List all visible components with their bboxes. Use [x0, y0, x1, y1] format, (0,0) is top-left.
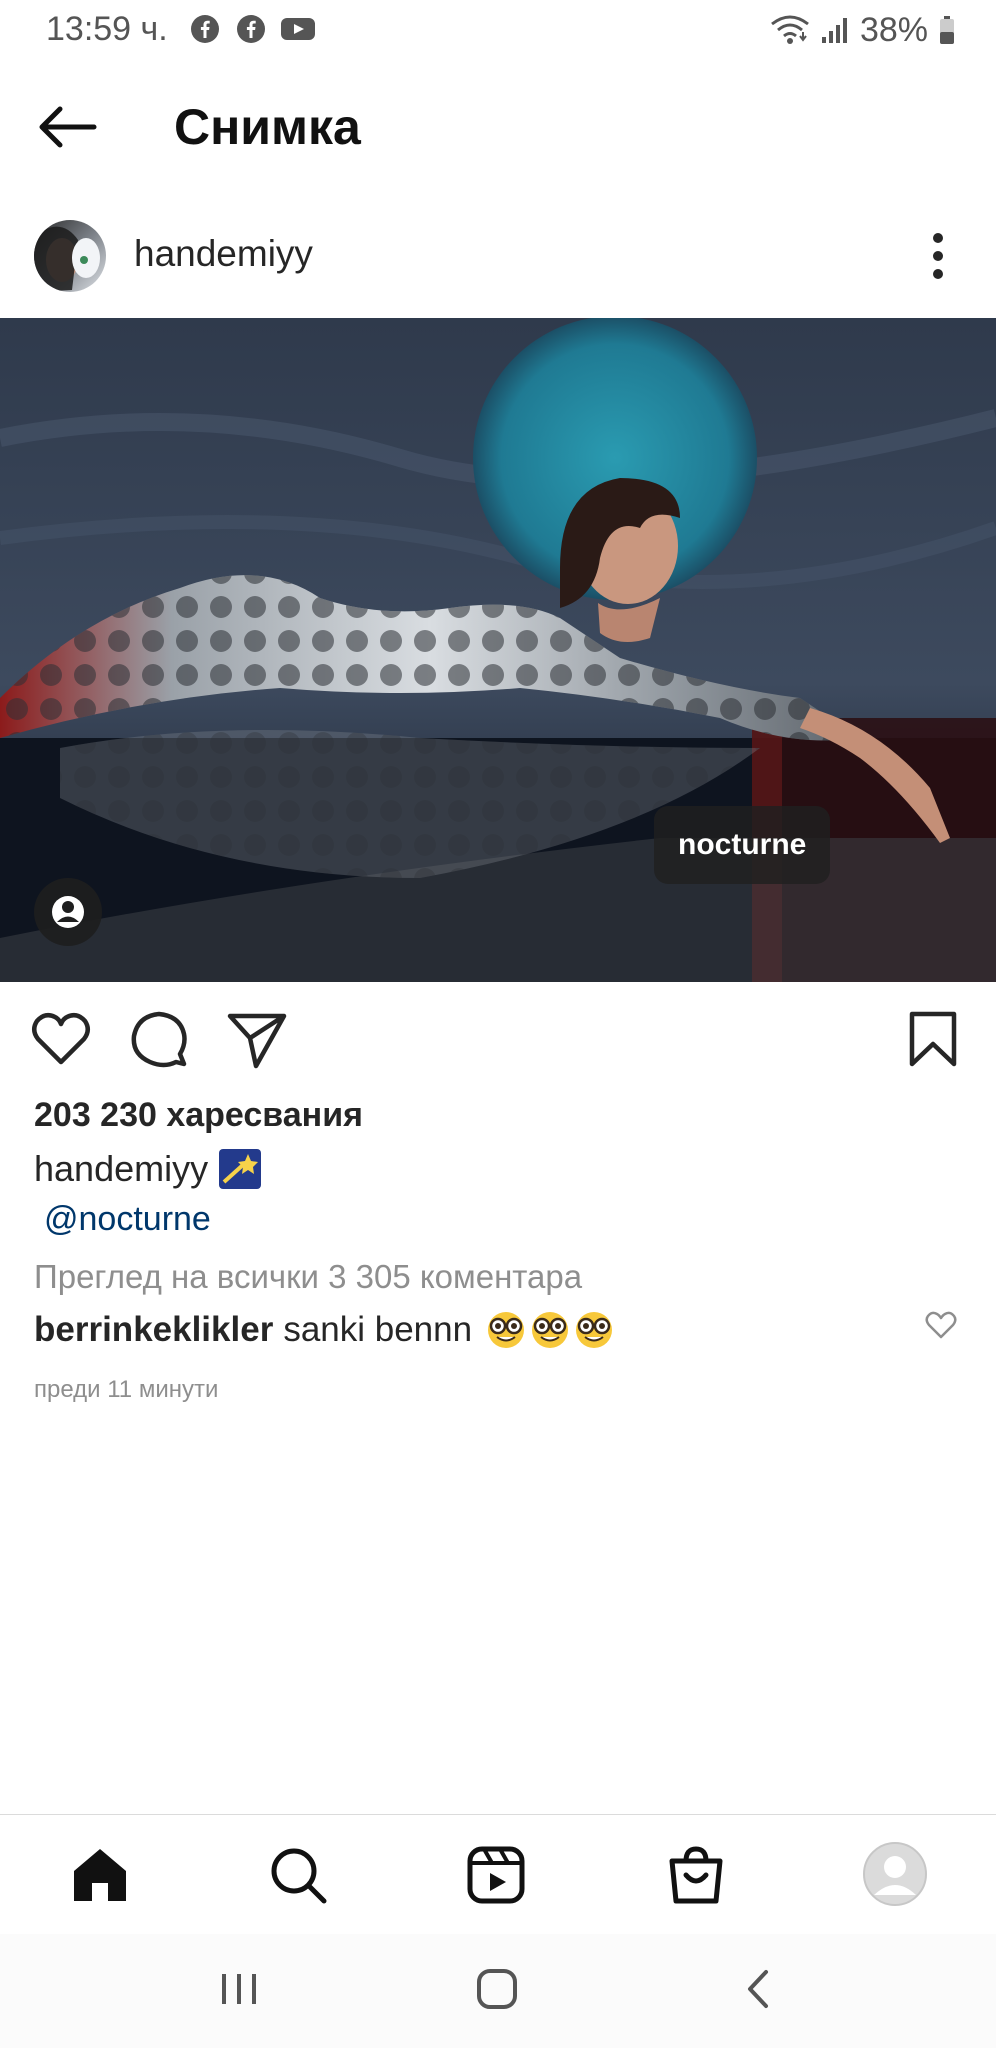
search-icon[interactable] — [268, 1845, 328, 1905]
view-all-comments[interactable]: Преглед на всички 3 305 коментара — [34, 1258, 582, 1296]
comment-username[interactable]: berrinkeklikler — [34, 1310, 273, 1350]
post-photo[interactable] — [0, 318, 996, 982]
mention-link[interactable]: @nocturne — [44, 1200, 211, 1239]
status-right: 38% — [770, 10, 956, 50]
back-chevron-icon[interactable] — [734, 1964, 784, 2014]
shooting-star-emoji — [219, 1149, 262, 1189]
home-icon[interactable] — [70, 1845, 130, 1905]
post-username[interactable]: handemiyy — [134, 233, 313, 275]
comment-heart-icon[interactable] — [924, 1310, 958, 1340]
likes-count[interactable]: 203 230 харесвания — [34, 1096, 363, 1135]
avatar[interactable] — [34, 220, 106, 292]
system-nav — [0, 1934, 996, 2048]
nerd-face-emoji — [576, 1312, 613, 1348]
recents-icon[interactable] — [214, 1964, 264, 2014]
signal-icon — [821, 18, 847, 43]
share-icon[interactable] — [226, 1008, 288, 1070]
battery-icon — [940, 16, 954, 44]
heart-icon[interactable] — [30, 1008, 92, 1070]
status-bar: 13:59 ч. 38% — [0, 0, 996, 62]
reels-icon[interactable] — [466, 1845, 526, 1905]
battery-percent: 38% — [859, 10, 928, 49]
wifi-icon — [771, 15, 809, 44]
person-icon — [52, 896, 84, 928]
page-title: Снимка — [174, 99, 361, 155]
photo-tag[interactable]: nocturne — [654, 806, 831, 884]
nerd-face-emoji — [488, 1312, 525, 1348]
nerd-face-emoji — [532, 1312, 569, 1348]
arrow-left-icon[interactable] — [32, 102, 102, 152]
comment-row: berrinkeklikler sanki bennn — [34, 1310, 614, 1350]
comment-text: sanki bennn — [283, 1310, 473, 1349]
caption: handemiyy — [34, 1148, 262, 1190]
shop-icon[interactable] — [666, 1845, 726, 1905]
user-tags-button[interactable] — [34, 878, 102, 946]
comment-icon[interactable] — [128, 1008, 190, 1070]
bookmark-icon[interactable] — [902, 1008, 964, 1070]
home-circle-icon[interactable] — [472, 1964, 522, 2014]
more-vertical-icon[interactable] — [928, 232, 948, 280]
top-header: Снимка — [0, 62, 996, 192]
status-time: 13:59 ч. — [46, 10, 168, 48]
youtube-icon — [281, 18, 315, 40]
post-image — [0, 318, 996, 982]
bottom-nav — [0, 1814, 996, 1935]
post-timestamp: преди 11 минути — [34, 1376, 219, 1403]
profile-icon[interactable] — [862, 1841, 928, 1907]
facebook-icon — [191, 15, 219, 43]
facebook-icon — [237, 15, 265, 43]
caption-username[interactable]: handemiyy — [34, 1148, 208, 1190]
